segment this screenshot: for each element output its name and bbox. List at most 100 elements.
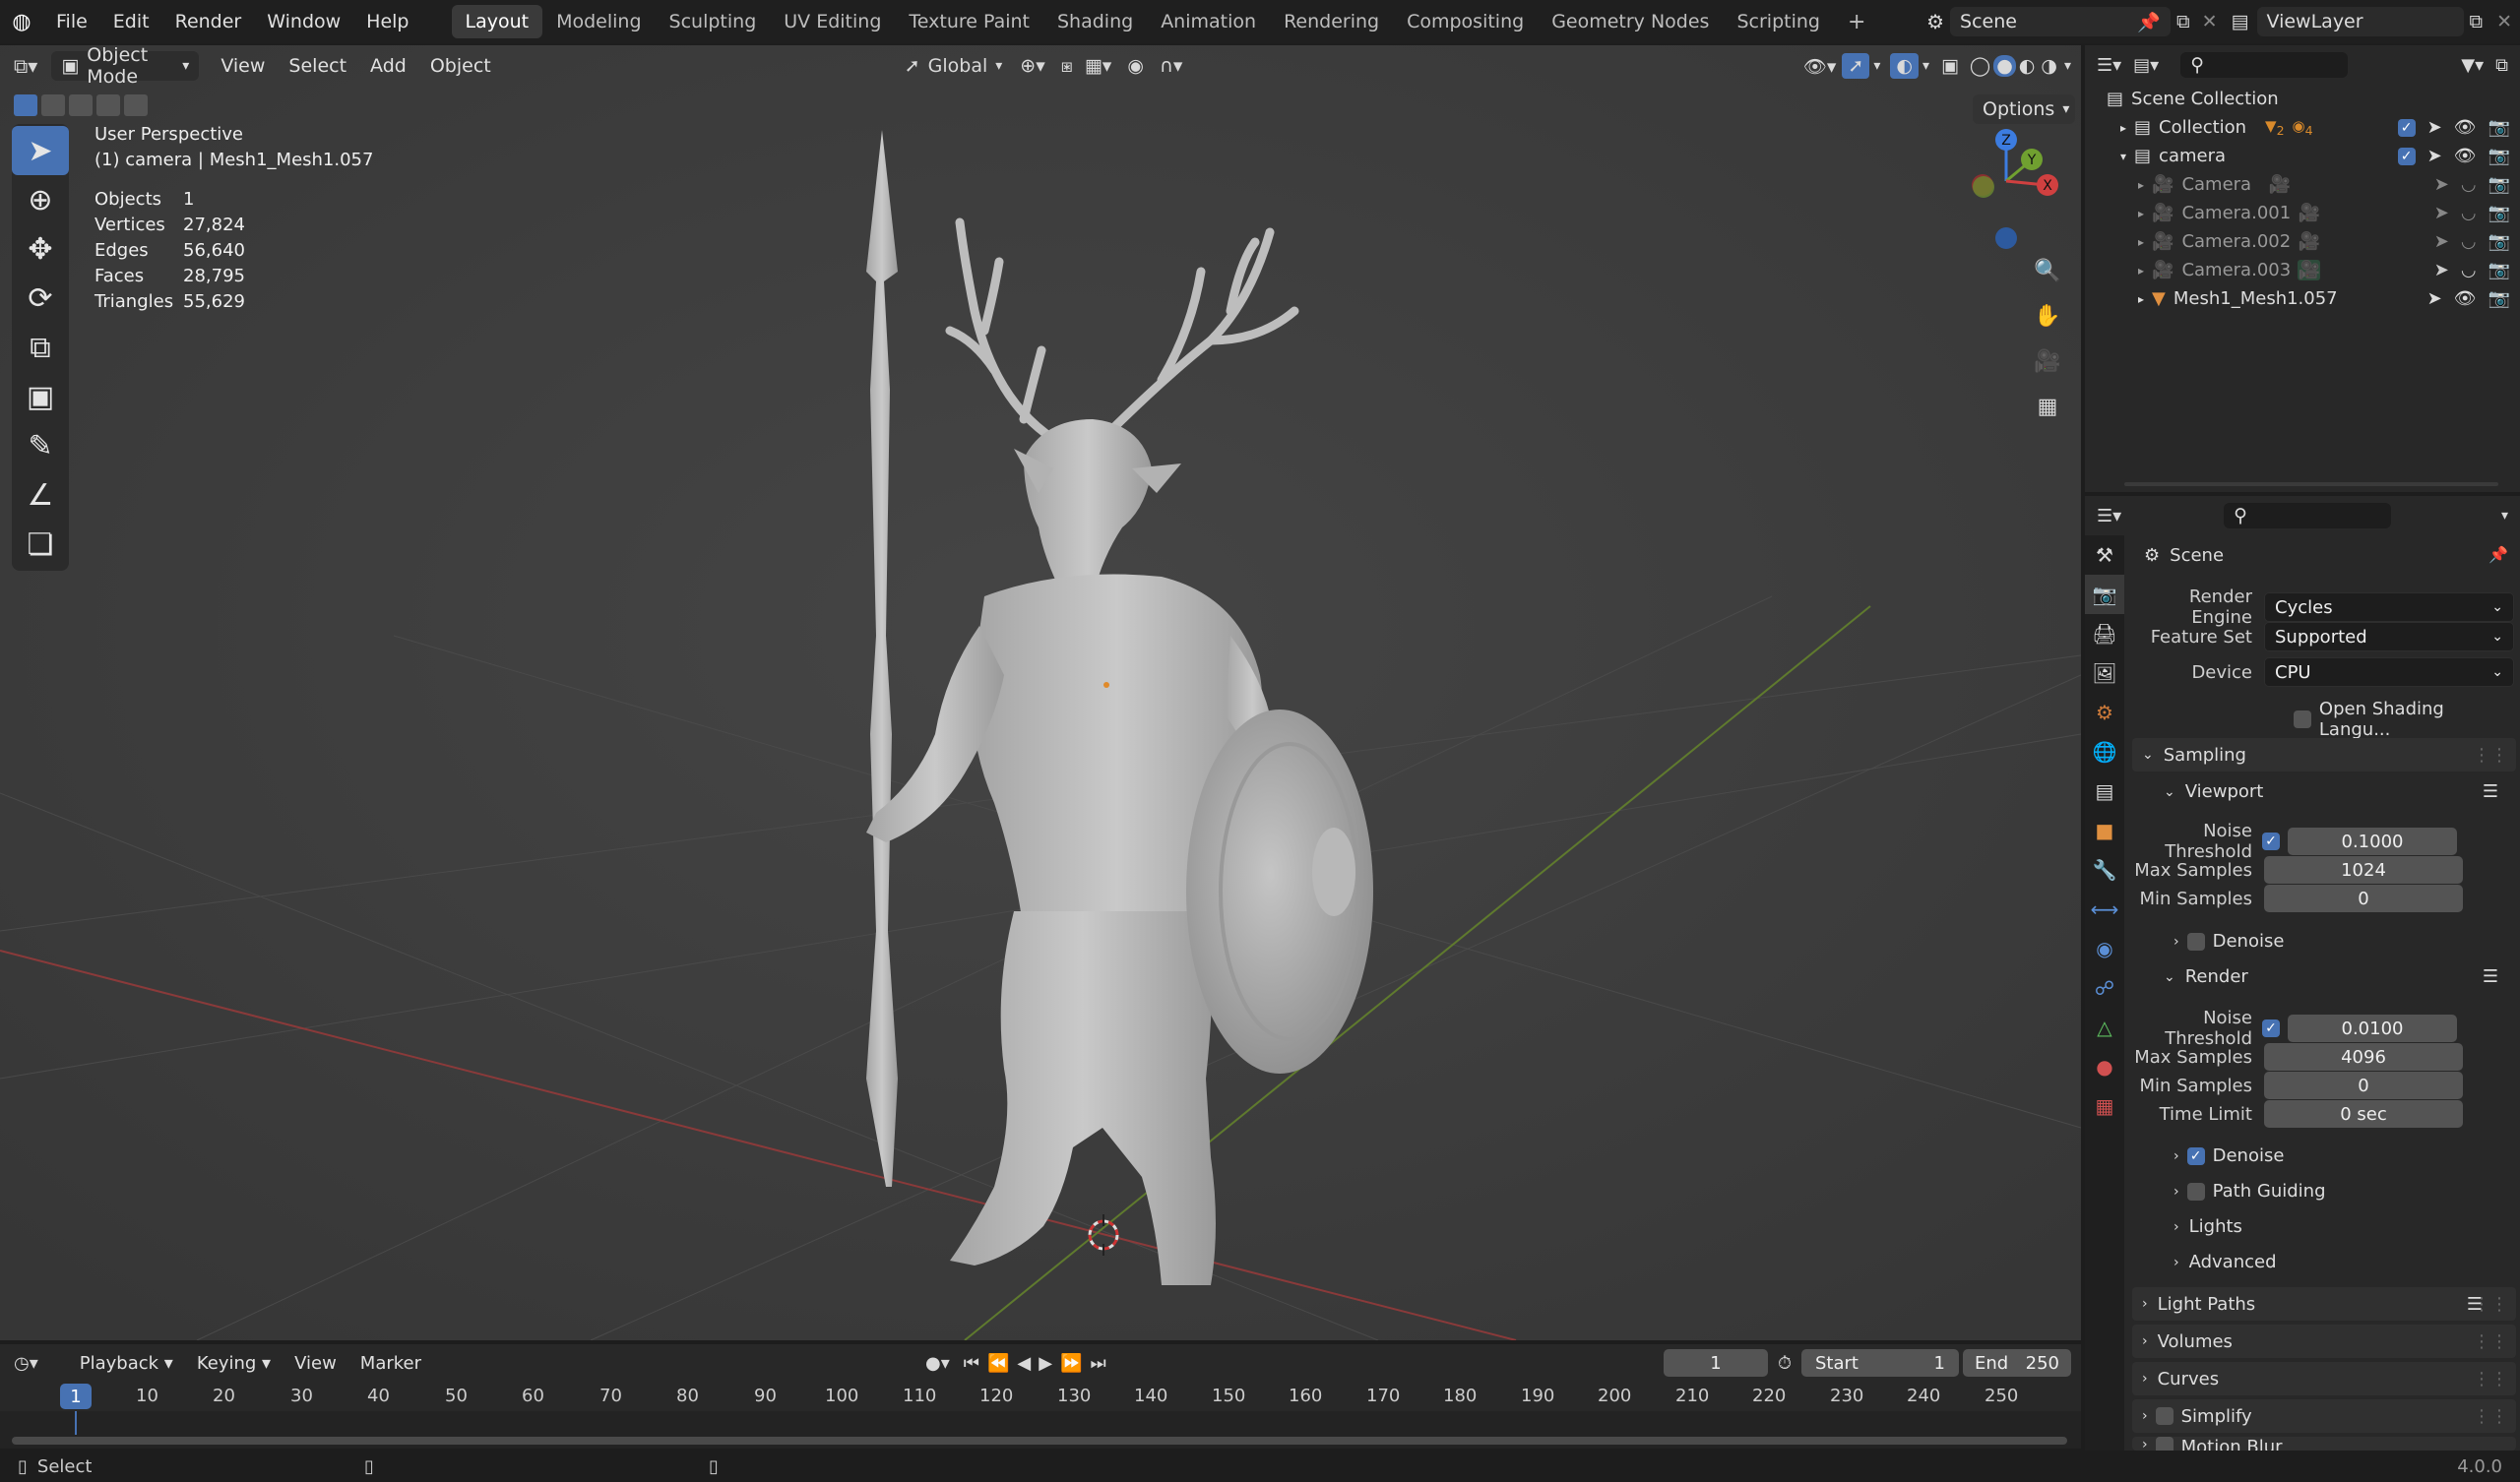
pan-hand-icon[interactable]: ✋ [2028,293,2067,339]
add-workspace-button[interactable]: + [1834,4,1879,40]
presets-list-icon[interactable]: ☰ [2483,781,2498,802]
time-limit-field[interactable]: 0 sec [2264,1100,2463,1128]
tree-row-object[interactable]: ▸ 🎥 Camera.002 🎥 ➤ ◡ 📷 [2097,227,2520,256]
select-arrow-icon[interactable]: ➤ [2427,288,2442,309]
remove-viewlayer-icon[interactable]: ✕ [2488,11,2520,32]
zoom-icon[interactable]: 🔍 [2028,248,2067,293]
noise-threshold-field[interactable]: 0.1000 [2288,828,2457,855]
outliner-editor-icon[interactable]: ☰▾ [2097,55,2121,76]
remove-scene-icon[interactable]: ✕ [2196,11,2224,32]
properties-search-input[interactable]: ⚲ [2224,503,2392,528]
material-shading-icon[interactable]: ◐ [2016,55,2039,77]
lights-subpanel[interactable]: › Lights [2174,1216,2242,1237]
timeline-frame-area[interactable] [0,1411,2081,1449]
menu-add[interactable]: Add [358,51,418,81]
3d-viewport[interactable]: ⧉▾ ▣ Object Mode ▾ View Select Add Objec… [0,45,2081,1340]
filter-icon[interactable]: ▼▾ [2461,55,2484,76]
data-tab-icon[interactable]: △ [2085,1008,2124,1047]
tree-row-collection[interactable]: ▸ ▤ Collection ▼2 ◉4 ✓ ➤ 👁 📷 [2097,113,2520,142]
constraints-tab-icon[interactable]: ☍ [2085,968,2124,1008]
scale-tool[interactable]: ⧉ [12,323,69,372]
expand-arrow-icon[interactable]: ▸ [2138,207,2144,220]
render-camera-icon[interactable]: 📷 [2488,203,2510,223]
sampling-panel-header[interactable]: ⌄ Sampling ⋮⋮ [2132,738,2516,772]
navigation-gizmo[interactable]: Z Y X [1929,124,2077,252]
transform-orientation-selector[interactable]: ➚ Global ▾ [897,55,1011,77]
curves-panel-header[interactable]: › Curves ⋮⋮ [2132,1362,2516,1395]
max-samples-field[interactable]: 1024 [2264,856,2463,884]
menu-view[interactable]: View [209,51,277,81]
scene-tab-icon[interactable]: ⚙ [2085,693,2124,732]
pin-icon[interactable]: 📌 [2137,11,2161,33]
tab-animation[interactable]: Animation [1147,5,1270,38]
presets-list-icon[interactable]: ☰ [2483,966,2498,987]
outliner-scrollbar[interactable] [2124,482,2498,486]
noise-threshold-checkbox[interactable]: ✓ [2262,1019,2280,1037]
select-invert-icon[interactable] [96,94,120,116]
tab-layout[interactable]: Layout [451,5,543,38]
noise-threshold-field[interactable]: 0.0100 [2288,1015,2457,1042]
view-layer-tab-icon[interactable]: 🖼 [2085,653,2124,693]
viewlayer-selector[interactable]: ViewLayer [2256,7,2464,36]
solid-shading-icon[interactable]: ● [1993,55,2016,77]
scene-selector[interactable]: Scene 📌 [1950,7,2172,36]
rendered-shading-icon[interactable]: ◑ [2038,55,2060,77]
render-subpanel-header[interactable]: ⌄ Render ☰ [2164,966,2498,987]
play-reverse-icon[interactable]: ◀ [1013,1353,1035,1374]
tool-tab-icon[interactable]: ⚒ [2085,535,2124,575]
expand-arrow-icon[interactable]: ▸ [2120,121,2126,135]
tree-row-object[interactable]: ▸ ▼ Mesh1_Mesh1.057 ➤ 👁 📷 [2097,284,2520,313]
min-samples-field[interactable]: 0 [2264,885,2463,912]
drag-handle-icon[interactable]: ⋮⋮ [2473,1369,2508,1389]
feature-set-dropdown[interactable]: Supported ⌄ [2264,622,2514,651]
particles-tab-icon[interactable]: ⟷ [2085,890,2124,929]
select-arrow-icon[interactable]: ➤ [2434,203,2449,223]
output-tab-icon[interactable]: 🖨 [2085,614,2124,653]
expand-arrow-icon[interactable]: ▸ [2138,292,2144,306]
collection-tab-icon[interactable]: ▤ [2085,772,2124,811]
start-frame-field[interactable]: Start 1 [1801,1349,1959,1377]
select-arrow-icon[interactable]: ➤ [2434,231,2449,252]
cursor-tool[interactable]: ⊕ [12,175,69,224]
tab-scripting[interactable]: Scripting [1723,5,1834,38]
motion-blur-checkbox[interactable] [2155,1437,2174,1451]
ortho-grid-icon[interactable]: ▦ [2028,384,2067,429]
pivot-icon[interactable]: ⊕▾ [1010,55,1054,77]
render-camera-icon[interactable]: 📷 [2488,146,2510,166]
eye-closed-icon[interactable]: ◡ [2461,203,2477,223]
new-collection-icon[interactable]: ⧉ [2495,55,2508,76]
render-camera-icon[interactable]: 📷 [2488,117,2510,138]
mode-selector[interactable]: ▣ Object Mode ▾ [51,45,200,88]
denoise-checkbox[interactable]: ✓ [2186,1146,2205,1165]
select-arrow-icon[interactable]: ➤ [2434,260,2449,280]
expand-arrow-icon[interactable]: ▸ [2138,264,2144,278]
tree-row-object[interactable]: ▸ 🎥 Camera.001 🎥 ➤ ◡ 📷 [2097,199,2520,227]
path-guiding-subpanel[interactable]: › Path Guiding [2174,1181,2326,1202]
playhead[interactable]: 1 [60,1384,92,1409]
include-checkbox[interactable]: ✓ [2397,147,2416,165]
record-icon[interactable]: ●▾ [915,1353,960,1374]
scene-icon[interactable]: ⚙ [1921,10,1950,33]
select-new-icon[interactable] [14,94,37,116]
new-viewlayer-icon[interactable]: ⧉ [2464,11,2489,32]
render-camera-icon[interactable]: 📷 [2488,288,2510,309]
material-tab-icon[interactable]: ● [2085,1047,2124,1086]
simplify-checkbox[interactable] [2155,1407,2174,1425]
end-frame-field[interactable]: End 250 [1963,1349,2071,1377]
volumes-panel-header[interactable]: › Volumes ⋮⋮ [2132,1325,2516,1358]
expand-arrow-icon[interactable]: ▸ [2138,235,2144,249]
menu-marker[interactable]: Marker [348,1349,433,1378]
transform-tool[interactable]: ▣ [12,372,69,421]
tab-uv-editing[interactable]: UV Editing [770,5,895,38]
tab-rendering[interactable]: Rendering [1270,5,1393,38]
menu-view[interactable]: View [283,1349,348,1378]
motion-blur-panel-header[interactable]: › Motion Blur [2132,1437,2516,1451]
menu-edit[interactable]: Edit [100,11,162,32]
pin-icon[interactable]: 📌 [2488,545,2508,564]
render-camera-icon[interactable]: 📷 [2488,174,2510,195]
chevron-down-icon[interactable]: ▾ [1869,58,1884,74]
light-paths-panel-header[interactable]: › Light Paths ☰ ⋮⋮ [2132,1287,2516,1321]
menu-file[interactable]: File [43,11,100,32]
render-denoise-subpanel[interactable]: › ✓ Denoise [2174,1145,2284,1166]
snap-target-icon[interactable]: ▦▾ [1079,55,1118,77]
